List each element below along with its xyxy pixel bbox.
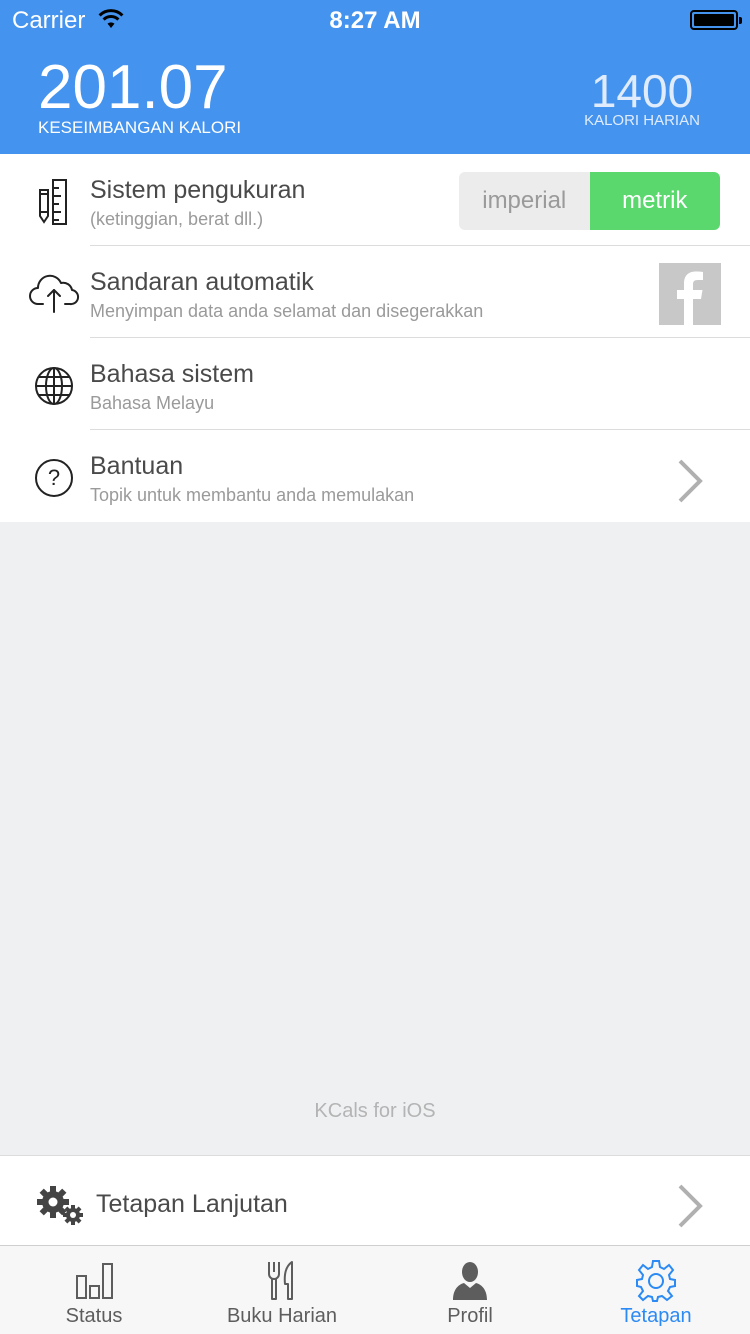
question-icon: ? [28,452,80,504]
setting-title: Sandaran automatik [90,268,314,296]
daily-calories-label: KALORI HARIAN [584,112,700,129]
globe-icon [28,360,80,412]
battery-icon [690,10,742,30]
setting-subtitle: Menyimpan data anda selamat dan disegera… [90,301,484,321]
svg-text:?: ? [48,465,60,490]
units-segmented-control: imperial metrik [459,172,720,230]
setting-title: Bantuan [90,452,184,480]
settings-list: Sistem pengukuran (ketinggian, berat dll… [0,154,750,522]
facebook-button[interactable] [659,263,721,325]
setting-title: Bahasa sistem [90,360,254,388]
cloud-upload-icon [28,268,80,320]
setting-help[interactable]: ? Bantuan Topik untuk membantu anda memu… [0,430,750,522]
calorie-balance-value: 201.07 [38,53,228,122]
header: Carrier 8:27 AM 201.07 KESEIMBANGAN KALO… [0,0,750,154]
app-version-label: KCals for iOS [314,1100,436,1122]
tab-profile[interactable]: Profil [376,1246,564,1334]
tab-label: Buku Harian [226,1305,338,1327]
setting-system-language[interactable]: Bahasa sistem Bahasa Melayu [0,338,750,430]
calorie-balance-label: KESEIMBANGAN KALORI [38,118,242,137]
tab-status[interactable]: Status [0,1246,188,1334]
setting-title: Sistem pengukuran [90,176,306,204]
setting-auto-backup[interactable]: Sandaran automatik Menyimpan data anda s… [0,246,750,338]
tab-settings[interactable]: Tetapan [562,1246,750,1334]
status-bar: Carrier 8:27 AM [0,0,750,40]
setting-subtitle: Bahasa Melayu [90,393,215,413]
metric-option[interactable]: metrik [589,172,720,230]
person-icon [376,1260,564,1302]
setting-measurement-system: Sistem pengukuran (ketinggian, berat dll… [0,154,750,246]
setting-subtitle: (ketinggian, berat dll.) [90,209,264,229]
setting-subtitle: Topik untuk membantu anda memulakan [90,485,415,505]
clock: 8:27 AM [329,7,421,34]
bar-chart-icon [0,1260,188,1302]
tab-label: Profil [447,1305,493,1327]
gear-icon [562,1260,750,1302]
ruler-pencil-icon [28,176,80,228]
chevron-right-icon [670,457,710,510]
gears-icon [36,1183,86,1232]
chevron-right-icon [670,1182,710,1235]
imperial-option[interactable]: imperial [459,172,590,230]
daily-calories-value: 1400 [590,65,694,117]
tab-diary[interactable]: Buku Harian [188,1246,376,1334]
advanced-settings-title: Tetapan Lanjutan [96,1190,288,1218]
advanced-settings-row[interactable]: Tetapan Lanjutan [0,1155,750,1245]
tab-label: Tetapan [620,1305,692,1327]
facebook-icon [677,271,703,325]
tab-bar: Status Buku Harian Profil Tetapan [0,1245,750,1334]
tab-label: Status [65,1305,123,1327]
fork-knife-icon [188,1260,376,1302]
